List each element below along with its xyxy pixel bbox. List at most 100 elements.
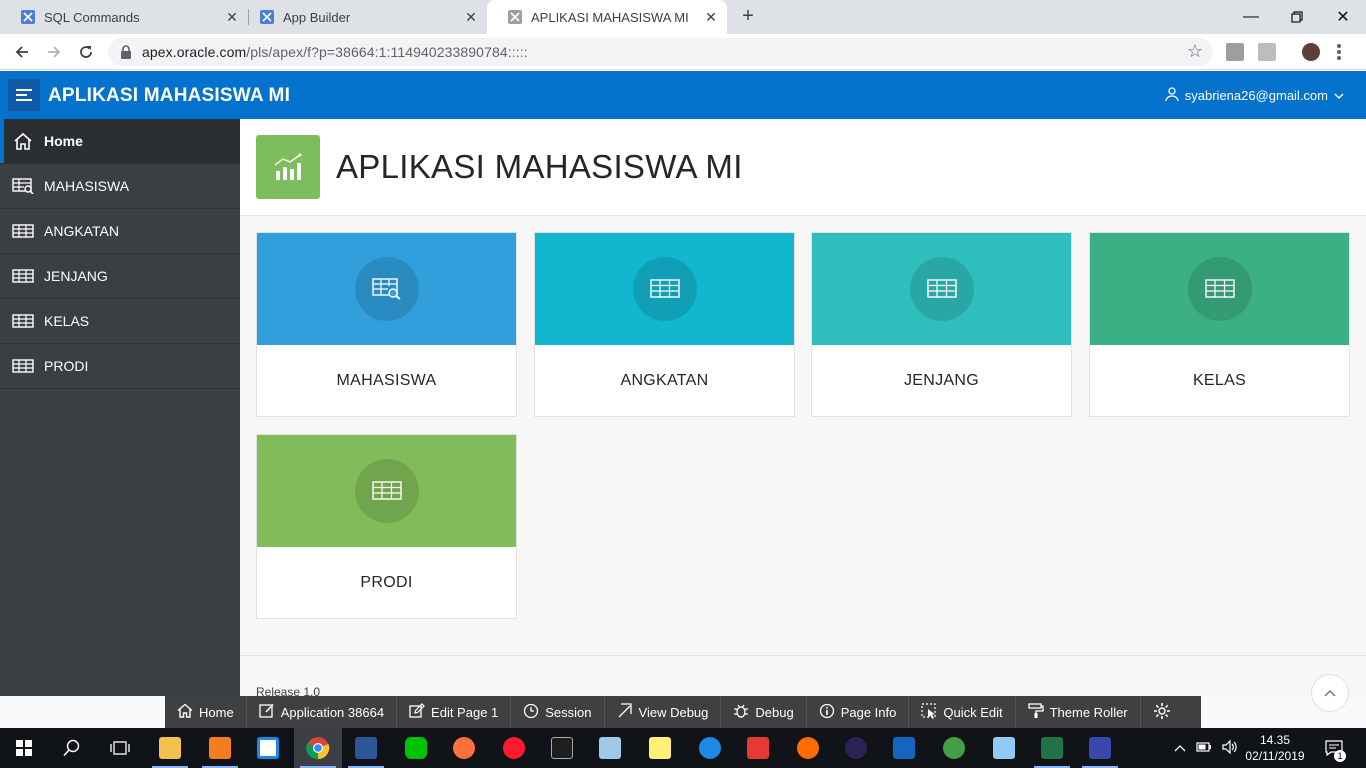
search-icon[interactable] — [48, 728, 96, 768]
devbar-view-debug-button[interactable]: View Debug — [605, 696, 722, 728]
forward-icon[interactable] — [42, 40, 66, 64]
reload-icon[interactable] — [74, 40, 98, 64]
card-kelas[interactable]: KELAS — [1089, 232, 1350, 417]
battery-icon[interactable] — [1196, 741, 1212, 755]
sticky-notes-icon[interactable] — [636, 728, 684, 768]
notification-center-icon[interactable]: 1 — [1322, 728, 1346, 768]
chevron-up-icon — [1324, 684, 1336, 702]
view-debug-icon — [617, 703, 633, 721]
sidebar-item-home[interactable]: Home — [0, 119, 240, 164]
app-title[interactable]: APLIKASI MAHASISWA MI — [48, 85, 290, 107]
card-angkatan[interactable]: ANGKATAN — [534, 232, 795, 417]
main-content: APLIKASI MAHASISWA MI MAHASISWA ANGKATAN… — [240, 119, 1366, 712]
user-menu[interactable]: syabriena26@gmail.com — [1165, 87, 1344, 104]
eclipse-icon[interactable] — [832, 728, 880, 768]
sidebar-item-prodi[interactable]: PRODI — [0, 344, 240, 389]
devbar-quick-edit-button[interactable]: Quick Edit — [909, 696, 1016, 728]
file-explorer-icon[interactable] — [146, 728, 194, 768]
cast-icon[interactable] — [1258, 43, 1276, 61]
excel-icon[interactable] — [1028, 728, 1076, 768]
table-icon — [12, 265, 34, 287]
user-name: syabriena26@gmail.com — [1184, 88, 1328, 103]
scroll-to-top-button[interactable] — [1311, 674, 1349, 712]
home-icon — [12, 130, 34, 152]
url-host: apex.oracle.com — [142, 44, 247, 60]
opera-icon[interactable] — [490, 728, 538, 768]
sidebar-item-label: PRODI — [44, 358, 89, 374]
store-icon[interactable] — [244, 728, 292, 768]
apex-favicon-icon — [259, 9, 275, 25]
restore-window-icon[interactable] — [1274, 0, 1320, 34]
volume-icon[interactable] — [1222, 739, 1238, 757]
card-band — [812, 233, 1071, 345]
page-title: APLIKASI MAHASISWA MI — [336, 148, 743, 185]
devbar-home-button[interactable]: Home — [165, 696, 247, 728]
browser-menu-icon[interactable] — [1336, 44, 1342, 60]
devbar-label: View Debug — [638, 704, 709, 720]
sidebar-item-mahasiswa[interactable]: MAHASISWA — [0, 164, 240, 209]
chrome-icon[interactable] — [294, 728, 342, 768]
back-icon[interactable] — [10, 40, 34, 64]
line-icon[interactable] — [392, 728, 440, 768]
devbar-session-button[interactable]: Session — [511, 696, 605, 728]
url-path: /pls/apex/f?p=38664:1:114940233890784:::… — [246, 44, 528, 60]
card-label: PRODI — [360, 574, 413, 591]
devbar-label: Page Info — [840, 704, 897, 720]
profile-avatar[interactable] — [1302, 43, 1320, 61]
sidebar-item-jenjang[interactable]: JENJANG — [0, 254, 240, 299]
terminal-icon[interactable] — [538, 728, 586, 768]
bookmark-star-icon[interactable]: ☆ — [1187, 41, 1203, 62]
card-prodi[interactable]: PRODI — [256, 434, 517, 619]
quick-edit-icon — [921, 702, 937, 722]
task-view-icon[interactable] — [96, 728, 144, 768]
word-icon[interactable] — [342, 728, 390, 768]
browser-tab-title: App Builder — [283, 9, 351, 25]
clock-date: 02/11/2019 — [1245, 749, 1305, 763]
devbar-theme-roller-button[interactable]: Theme Roller — [1016, 696, 1141, 728]
card-jenjang[interactable]: JENJANG — [811, 232, 1072, 417]
new-tab-icon[interactable]: + — [738, 6, 758, 26]
address-bar[interactable]: apex.oracle.com/pls/apex/f?p=38664:1:114… — [108, 38, 1213, 66]
browser-tab-sql-commands[interactable]: SQL Commands ✕ — [0, 0, 248, 34]
edge-icon[interactable] — [686, 728, 734, 768]
navigation-sidebar: Home MAHASISWA ANGKATAN JENJANG KELAS PR… — [0, 119, 240, 696]
devbar-edit-page-button[interactable]: Edit Page 1 — [397, 696, 512, 728]
sidebar-item-label: MAHASISWA — [44, 178, 130, 194]
devbar-application-button[interactable]: Application 38664 — [247, 696, 398, 728]
table-icon — [909, 257, 974, 321]
table-search-icon — [12, 175, 34, 197]
xampp-icon[interactable] — [196, 728, 244, 768]
color-app-icon[interactable] — [734, 728, 782, 768]
close-window-icon[interactable]: ✕ — [1320, 0, 1366, 34]
apex-favicon-icon — [507, 9, 523, 25]
extension-icon[interactable] — [1226, 43, 1244, 61]
minimize-window-icon[interactable]: — — [1228, 0, 1274, 34]
bug-icon — [733, 703, 749, 722]
hamburger-menu-icon[interactable] — [8, 79, 40, 111]
tool-app-icon[interactable] — [1076, 728, 1124, 768]
windows-start-icon[interactable] — [0, 728, 48, 768]
close-tab-icon[interactable]: ✕ — [224, 9, 240, 25]
sidebar-item-angkatan[interactable]: ANGKATAN — [0, 209, 240, 254]
close-tab-icon[interactable]: ✕ — [463, 9, 479, 25]
firefox-icon[interactable] — [440, 728, 488, 768]
notes-app-icon[interactable] — [586, 728, 634, 768]
browser-tab-title: APLIKASI MAHASISWA MI — [531, 9, 689, 25]
close-tab-icon[interactable]: ✕ — [703, 9, 719, 25]
remote-desktop-icon[interactable] — [980, 728, 1028, 768]
avast-icon[interactable] — [784, 728, 832, 768]
chevron-up-icon[interactable] — [1174, 741, 1186, 755]
netbeans-icon[interactable] — [930, 728, 978, 768]
sidebar-item-kelas[interactable]: KELAS — [0, 299, 240, 344]
devbar-settings-button[interactable] — [1141, 696, 1183, 728]
card-mahasiswa[interactable]: MAHASISWA — [256, 232, 517, 417]
lock-icon — [120, 45, 132, 59]
home-icon — [177, 703, 193, 721]
browser-tab-aplikasi[interactable]: APLIKASI MAHASISWA MI ✕ — [487, 0, 727, 34]
devbar-page-info-button[interactable]: Page Info — [807, 696, 910, 728]
taskbar-clock[interactable]: 14.35 02/11/2019 — [1240, 732, 1310, 764]
virtualbox-icon[interactable] — [880, 728, 928, 768]
browser-tab-app-builder[interactable]: App Builder ✕ — [239, 0, 487, 34]
card-band — [535, 233, 794, 345]
devbar-debug-button[interactable]: Debug — [721, 696, 807, 728]
